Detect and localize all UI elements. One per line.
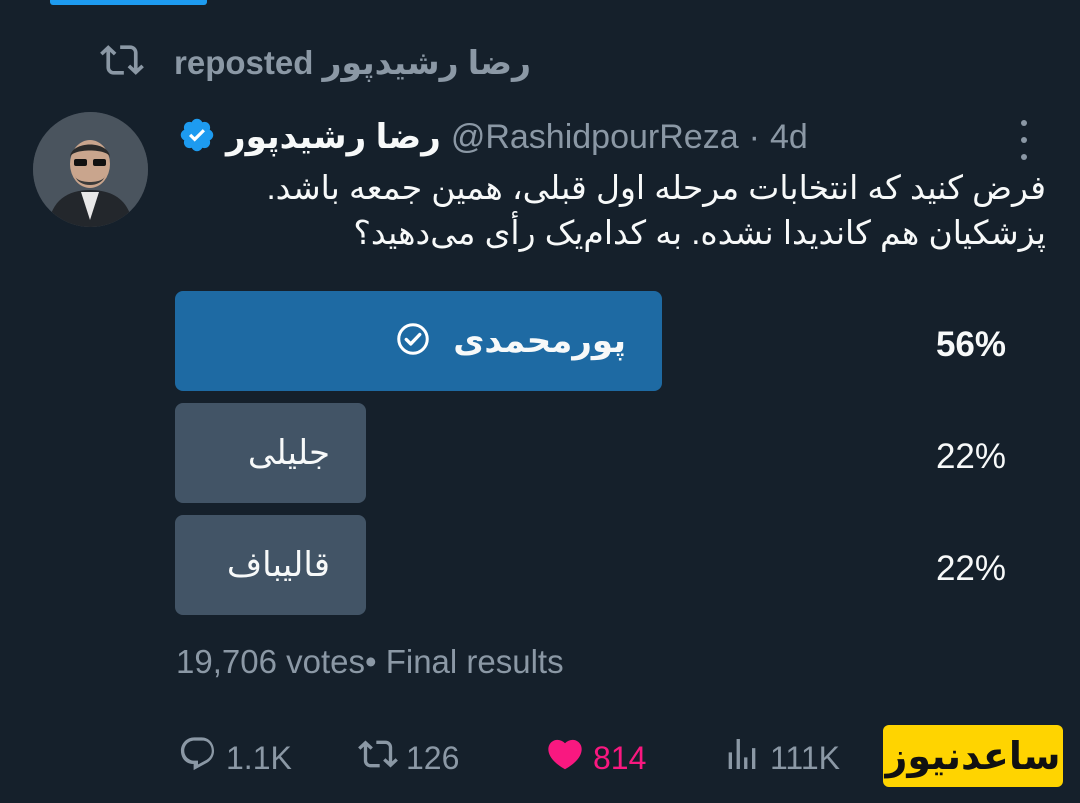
verified-badge-icon	[178, 116, 216, 159]
reply-count: 1.1K	[226, 739, 292, 776]
tweet-text: فرض کنید که انتخابات مرحله اول قبلی، همی…	[178, 165, 1046, 255]
poll-option-percent: 22%	[935, 549, 1006, 588]
poll-option-label: پورمحمدی	[453, 322, 626, 360]
poll-option-percent: 22%	[935, 437, 1006, 476]
reply-button[interactable]: 1.1K	[178, 736, 292, 780]
author-display-name[interactable]: رضا رشیدپور	[226, 117, 441, 157]
tweet-text-line: فرض کنید که انتخابات مرحله اول قبلی، همی…	[266, 169, 1046, 206]
like-button[interactable]: 814	[545, 736, 646, 780]
watermark-logo: ساعدنیوز	[883, 725, 1063, 787]
repost-label: reposted رضا رشیدپور	[174, 43, 531, 82]
repost-label-text: reposted	[174, 43, 314, 81]
poll-footer: 19,706 votes• Final results	[176, 643, 564, 681]
avatar[interactable]	[33, 112, 148, 227]
repost-icon	[100, 38, 144, 87]
reposter-name[interactable]: رضا رشیدپور	[323, 44, 532, 81]
repost-context[interactable]: reposted رضا رشیدپور	[100, 40, 531, 84]
tweet-text-line: پزشکیان هم کاندیدا نشده. به کدام‌یک رأی …	[353, 214, 1046, 251]
views-chart-icon	[722, 734, 762, 782]
tweet-timestamp[interactable]: 4d	[770, 118, 808, 157]
tweet-header: رضا رشیدپور @RashidpourReza · 4d	[178, 112, 808, 162]
repost-button[interactable]: 126	[358, 736, 459, 780]
views-button[interactable]: 111K	[722, 736, 840, 780]
repost-count: 126	[406, 739, 460, 776]
heart-icon	[545, 734, 585, 782]
more-options-icon[interactable]	[1015, 120, 1033, 160]
poll-status: • Final results	[364, 643, 564, 680]
poll-option-percent: 56%	[935, 325, 1006, 364]
check-circle-icon	[395, 321, 453, 362]
tab-indicator	[50, 0, 207, 5]
poll-option: قالیباف	[175, 515, 366, 615]
poll-option-label: جلیلی	[247, 434, 330, 472]
repost-icon	[358, 734, 398, 782]
reply-icon	[178, 734, 218, 782]
time-separator: ·	[748, 117, 760, 156]
poll-option-label: قالیباف	[226, 546, 330, 584]
like-count: 814	[593, 739, 647, 776]
poll-option-winner: پورمحمدی	[175, 291, 662, 391]
views-count: 111K	[770, 739, 840, 776]
poll-option: جلیلی	[175, 403, 366, 503]
poll-vote-count: 19,706 votes	[176, 643, 365, 680]
author-handle[interactable]: @RashidpourReza	[451, 118, 739, 157]
